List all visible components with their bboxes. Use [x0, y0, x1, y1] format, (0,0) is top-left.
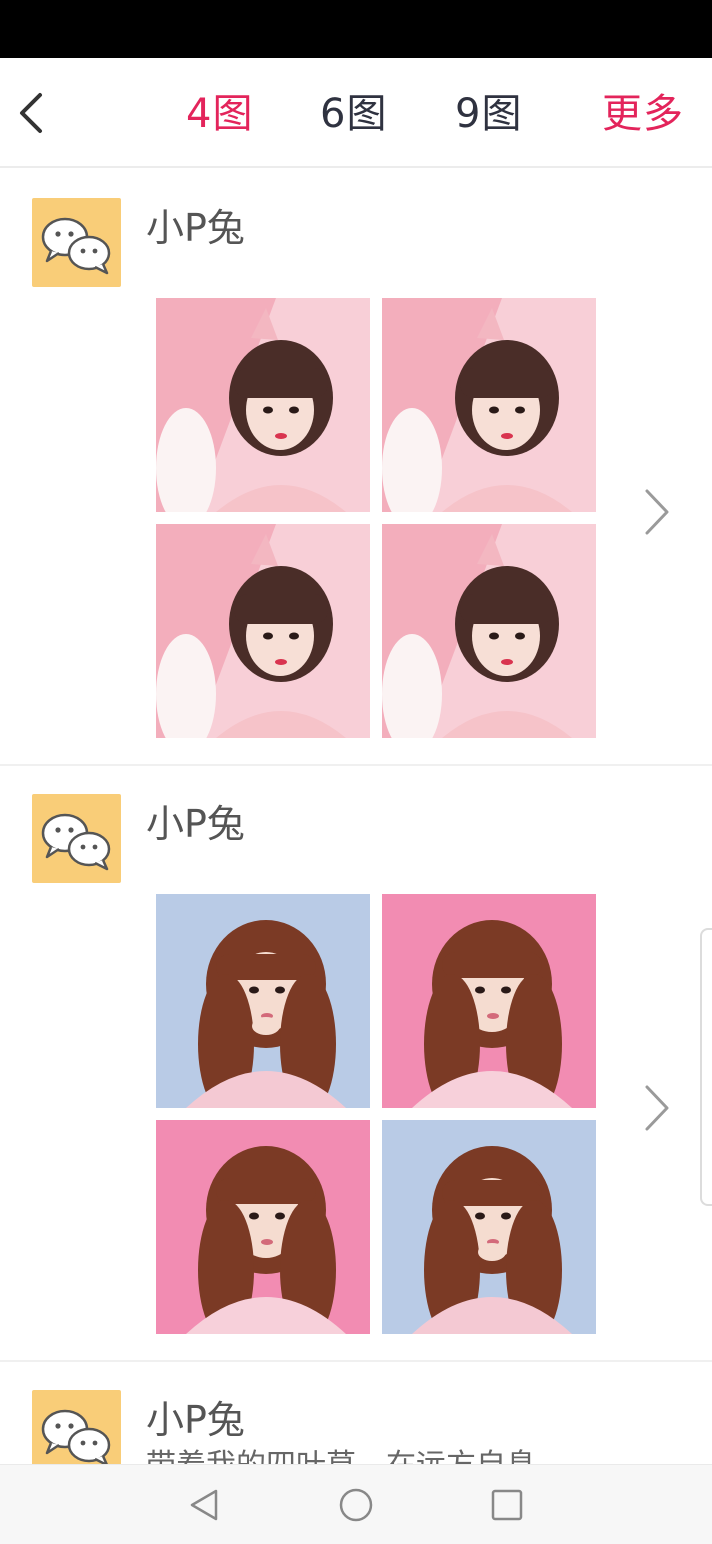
- photo-thumbnail[interactable]: [382, 1120, 596, 1334]
- template-card[interactable]: 小P兔: [0, 168, 712, 766]
- avatar: [32, 198, 121, 287]
- scrollbar[interactable]: [700, 928, 712, 1206]
- photo-thumbnail[interactable]: [382, 894, 596, 1108]
- home-circle-icon[interactable]: [336, 1485, 376, 1525]
- tab-4-photos[interactable]: 4图: [186, 88, 253, 140]
- status-bar: [0, 0, 712, 58]
- photo-thumbnail[interactable]: [156, 1120, 370, 1334]
- system-nav-bar: [0, 1464, 712, 1544]
- recents-square-icon[interactable]: [487, 1485, 527, 1525]
- template-card[interactable]: 小P兔 带着我的四叶草，在远方自息: [0, 1362, 712, 1464]
- back-arrow-icon: [20, 93, 42, 133]
- photo-thumbnail[interactable]: [156, 524, 370, 738]
- chevron-right-icon[interactable]: [636, 1078, 676, 1138]
- photo-grid[interactable]: [156, 894, 596, 1334]
- tab-9-photos[interactable]: 9图: [455, 88, 522, 140]
- username: 小P兔: [146, 1398, 245, 1442]
- photo-thumbnail[interactable]: [156, 298, 370, 512]
- back-button[interactable]: [6, 80, 56, 146]
- photo-template-feed: 小P兔 小P兔 小P兔 带着我的四叶草，在远方自: [0, 168, 712, 1464]
- username: 小P兔: [146, 206, 245, 250]
- photo-thumbnail[interactable]: [382, 298, 596, 512]
- chevron-right-icon[interactable]: [636, 482, 676, 542]
- top-nav: 4图 6图 9图 更多: [0, 58, 712, 168]
- avatar: [32, 794, 121, 883]
- card-subtitle: 带着我的四叶草，在远方自息: [146, 1446, 536, 1464]
- avatar: [32, 1390, 121, 1464]
- tab-6-photos[interactable]: 6图: [320, 88, 387, 140]
- username: 小P兔: [146, 802, 245, 846]
- wechat-icon: [41, 1409, 110, 1464]
- photo-thumbnail[interactable]: [382, 524, 596, 738]
- wechat-icon: [41, 813, 110, 870]
- template-card[interactable]: 小P兔: [0, 766, 712, 1362]
- back-triangle-icon[interactable]: [184, 1485, 224, 1525]
- photo-thumbnail[interactable]: [156, 894, 370, 1108]
- more-button[interactable]: 更多: [602, 88, 684, 140]
- wechat-icon: [41, 217, 110, 274]
- photo-grid[interactable]: [156, 298, 596, 738]
